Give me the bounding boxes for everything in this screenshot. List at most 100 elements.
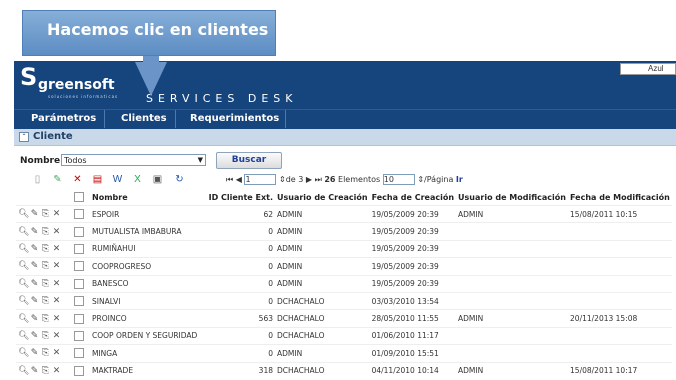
collapse-icon[interactable]: ⌃: [19, 132, 29, 142]
cell-fecha-creacion: 19/05/2009 20:39: [369, 257, 457, 276]
row-checkbox[interactable]: [74, 330, 84, 341]
view-icon[interactable]: 🔍︎: [18, 331, 29, 341]
next-page-icon[interactable]: ▶: [306, 175, 312, 184]
edit-icon[interactable]: ✎: [29, 314, 40, 324]
table-row[interactable]: 🔍︎✎ ⎘ ✕ BANESCO 0 ADMIN 19/05/2009 20:39: [16, 274, 672, 293]
edit-icon[interactable]: ✎: [29, 296, 40, 306]
refresh-icon[interactable]: ↻: [174, 174, 185, 185]
table-row[interactable]: 🔍︎✎ ⎘ ✕ COOPROGRESO 0 ADMIN 19/05/2009 20:39: [16, 257, 672, 276]
excel-icon[interactable]: X: [132, 174, 143, 185]
col-id-cliente[interactable]: ID Cliente Ext.: [201, 189, 275, 206]
edit-icon[interactable]: ✎: [29, 348, 40, 358]
row-checkbox[interactable]: [74, 226, 84, 237]
row-checkbox[interactable]: [74, 365, 84, 376]
view-icon[interactable]: 🔍︎: [18, 279, 29, 289]
table-row[interactable]: 🔍︎✎ ⎘ ✕ MUTUALISTA IMBABURA 0 ADMIN 19/05/2009…: [16, 222, 672, 241]
view-icon[interactable]: 🔍︎: [18, 209, 29, 219]
delete-icon[interactable]: ✕: [51, 331, 62, 341]
cell-id-cliente: 0: [201, 344, 275, 363]
select-all-checkbox[interactable]: [74, 192, 84, 202]
last-page-icon[interactable]: ⏭: [315, 175, 322, 184]
view-icon[interactable]: 🔍︎: [18, 296, 29, 306]
delete-icon[interactable]: ✕: [51, 296, 62, 306]
col-nombre[interactable]: Nombre: [90, 189, 201, 206]
table-row[interactable]: 🔍︎✎ ⎘ ✕ PROINCO 563 DCHACHALO 28/05/2010 11:55…: [16, 309, 672, 328]
delete-icon[interactable]: ✕: [51, 244, 62, 254]
menu-parametros[interactable]: Parámetros: [31, 113, 96, 124]
view-icon[interactable]: 🔍︎: [18, 244, 29, 254]
col-usuario-modificacion[interactable]: Usuario de Modificación: [456, 189, 568, 206]
delete-icon[interactable]: ✕: [72, 174, 83, 185]
delete-icon[interactable]: ✕: [51, 348, 62, 358]
theme-select[interactable]: Azul: [620, 63, 676, 75]
edit-icon[interactable]: ✎: [29, 366, 40, 376]
copy-icon[interactable]: ⎘: [40, 331, 51, 341]
panel-header: ⌃ Cliente: [14, 129, 676, 146]
menu-clientes[interactable]: Clientes: [121, 113, 167, 124]
edit-icon[interactable]: ✎: [29, 244, 40, 254]
table-row[interactable]: 🔍︎✎ ⎘ ✕ MINGA 0 ADMIN 01/09/2010 15:51: [16, 344, 672, 363]
copy-icon[interactable]: ⎘: [40, 279, 51, 289]
cell-fecha-modificacion: [568, 344, 672, 363]
menu-requerimientos[interactable]: Requerimientos: [190, 113, 279, 124]
delete-icon[interactable]: ✕: [51, 366, 62, 376]
copy-icon[interactable]: ⎘: [40, 348, 51, 358]
per-page-stepper-icon[interactable]: ⇕: [417, 175, 424, 184]
table-row[interactable]: 🔍︎✎ ⎘ ✕ RUMIÑAHUI 0 ADMIN 19/05/2009 20:39: [16, 239, 672, 258]
col-fecha-modificacion[interactable]: Fecha de Modificación: [568, 189, 672, 206]
delete-icon[interactable]: ✕: [51, 209, 62, 219]
copy-icon[interactable]: ⎘: [40, 261, 51, 271]
row-checkbox[interactable]: [74, 296, 84, 307]
nombre-select[interactable]: Todos ▼: [61, 154, 206, 166]
new-icon[interactable]: ▯: [32, 174, 43, 185]
row-checkbox[interactable]: [74, 261, 84, 272]
copy-icon[interactable]: ⎘: [40, 244, 51, 254]
delete-icon[interactable]: ✕: [51, 227, 62, 237]
edit-icon[interactable]: ✎: [29, 331, 40, 341]
delete-icon[interactable]: ✕: [51, 279, 62, 289]
copy-icon[interactable]: ⎘: [40, 366, 51, 376]
instruction-callout: Hacemos clic en clientes: [22, 10, 276, 56]
go-link[interactable]: Ir: [456, 175, 463, 184]
cell-id-cliente: 563: [201, 309, 275, 328]
view-icon[interactable]: 🔍︎: [18, 227, 29, 237]
per-page-input[interactable]: 10: [382, 174, 415, 185]
edit-icon[interactable]: ✎: [52, 174, 63, 185]
table-row[interactable]: 🔍︎✎ ⎘ ✕ SINALVI 0 DCHACHALO 03/03/2010 13:54: [16, 291, 672, 310]
prev-page-icon[interactable]: ◀: [236, 175, 242, 184]
cell-usuario-creacion: ADMIN: [275, 204, 370, 223]
page-input[interactable]: 1: [244, 174, 277, 185]
pdf-icon[interactable]: ▤: [92, 174, 103, 185]
view-icon[interactable]: 🔍︎: [18, 314, 29, 324]
table-row[interactable]: 🔍︎✎ ⎘ ✕ COOP ORDEN Y SEGURIDAD 0 DCHACHALO 01/…: [16, 326, 672, 345]
edit-icon[interactable]: ✎: [29, 261, 40, 271]
word-icon[interactable]: W: [112, 174, 123, 185]
print-icon[interactable]: ▣: [152, 174, 163, 185]
row-checkbox[interactable]: [74, 278, 84, 289]
row-checkbox[interactable]: [74, 243, 84, 254]
table-row[interactable]: 🔍︎✎ ⎘ ✕ ESPOIR 62 ADMIN 19/05/2009 20:39 ADMIN 1…: [16, 204, 672, 223]
delete-icon[interactable]: ✕: [51, 314, 62, 324]
row-checkbox[interactable]: [74, 348, 84, 359]
view-icon[interactable]: 🔍︎: [18, 348, 29, 358]
row-checkbox[interactable]: [74, 209, 84, 220]
page-stepper-icon[interactable]: ⇕: [279, 175, 286, 184]
copy-icon[interactable]: ⎘: [40, 209, 51, 219]
copy-icon[interactable]: ⎘: [40, 314, 51, 324]
table-row[interactable]: 🔍︎✎ ⎘ ✕ MAKTRADE 318 DCHACHALO 04/11/2010 10:1…: [16, 361, 672, 379]
view-icon[interactable]: 🔍︎: [18, 261, 29, 271]
edit-icon[interactable]: ✎: [29, 209, 40, 219]
edit-icon[interactable]: ✎: [29, 279, 40, 289]
col-fecha-creacion[interactable]: Fecha de Creación: [370, 189, 456, 206]
copy-icon[interactable]: ⎘: [40, 227, 51, 237]
row-actions: 🔍︎✎ ⎘ ✕: [16, 309, 72, 328]
first-page-icon[interactable]: ⏮: [226, 175, 233, 184]
view-icon[interactable]: 🔍︎: [18, 366, 29, 376]
delete-icon[interactable]: ✕: [51, 261, 62, 271]
cell-nombre: COOPROGRESO: [90, 257, 201, 276]
copy-icon[interactable]: ⎘: [40, 296, 51, 306]
buscar-button[interactable]: Buscar: [216, 152, 282, 169]
edit-icon[interactable]: ✎: [29, 227, 40, 237]
row-checkbox[interactable]: [74, 313, 84, 324]
col-usuario-creacion[interactable]: Usuario de Creación: [275, 189, 370, 206]
